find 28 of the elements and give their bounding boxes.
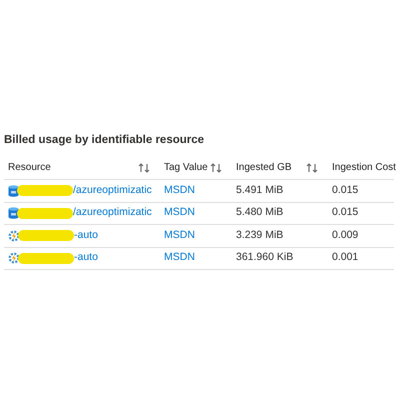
column-header[interactable]: Ingestion Cost [332,160,396,175]
table-cell: 0.015 [332,184,358,196]
tag-link[interactable]: MSDN [164,184,195,196]
table-cell: 0.009 [332,228,358,241]
tag-link[interactable]: MSDN [164,206,195,218]
sort-icon[interactable] [138,162,150,172]
database-icon [8,184,19,197]
table-cell: 5.491 MiB [236,184,284,196]
resource-link[interactable]: /azureoptimizatic [73,205,152,222]
column-header[interactable]: Ingested GB [236,160,292,175]
table-cell: 361.960 KiB [236,251,294,264]
resource-link[interactable]: /azureoptimizatic [73,182,152,199]
column-header[interactable]: Tag Value [164,160,208,175]
resource-link[interactable]: -auto [74,250,98,266]
column-header[interactable]: Resource [8,160,51,175]
resource-link[interactable]: -auto [74,228,98,244]
table-cell: 3.239 MiB [236,228,284,241]
tag-link[interactable]: MSDN [164,251,195,264]
gear-icon [8,230,20,242]
table-cell: 0.001 [332,251,358,264]
database-icon [8,207,19,220]
sort-icon[interactable] [306,162,318,172]
tag-link[interactable]: MSDN [164,228,195,241]
table-cell: 5.480 MiB [236,206,284,218]
table-cell: 0.015 [332,206,358,218]
gear-icon [8,252,20,264]
sort-icon[interactable] [210,162,222,172]
section-title: Billed usage by identifiable resource [4,133,206,148]
